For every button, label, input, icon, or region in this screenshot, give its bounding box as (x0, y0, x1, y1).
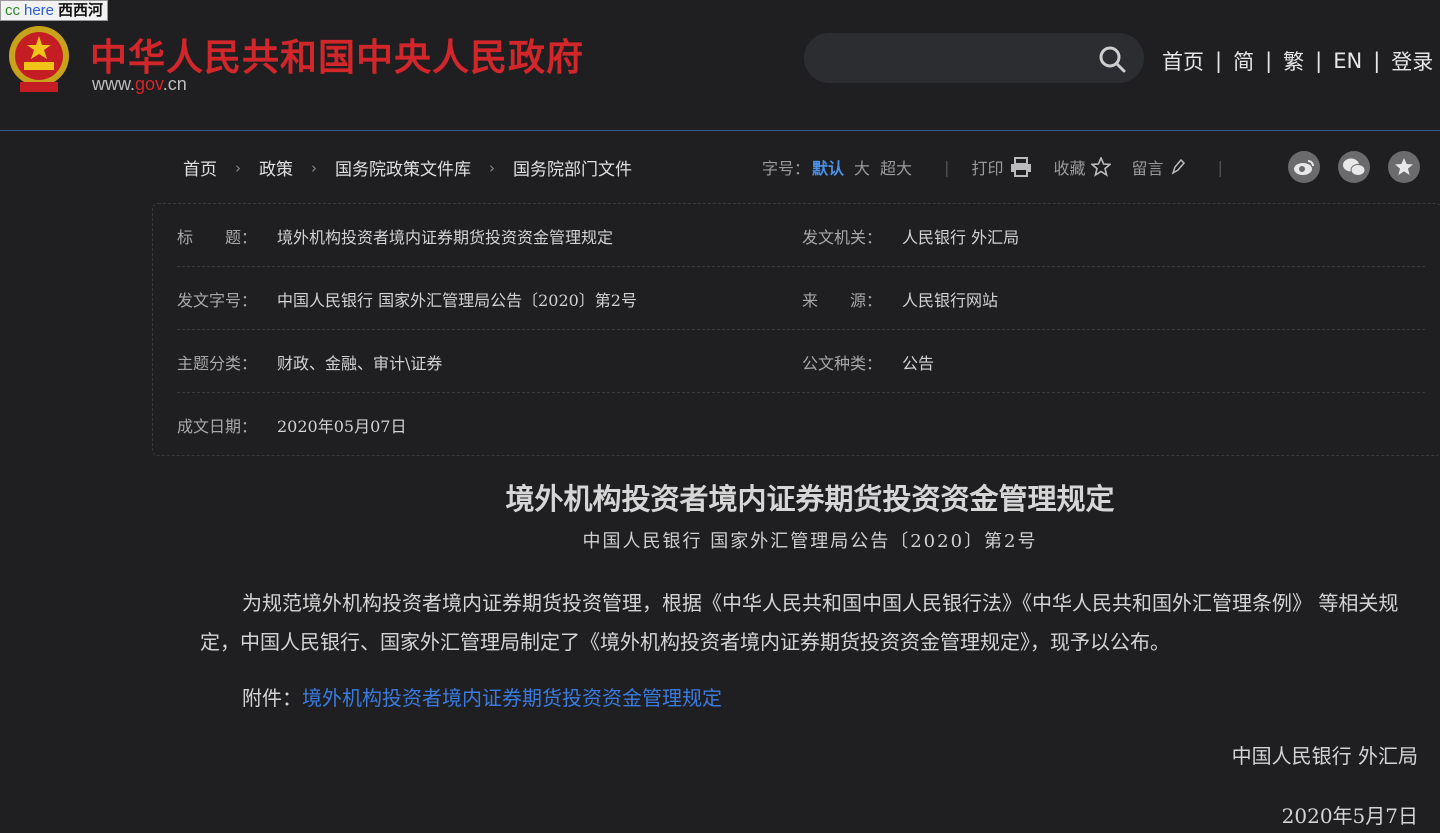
search-icon[interactable] (1098, 45, 1126, 73)
nav-divider: | (1215, 49, 1223, 73)
nav-simplified[interactable]: 简 (1233, 46, 1254, 76)
info-topic-value: 财政、金融、审计\证券 (277, 354, 443, 373)
breadcrumb: 首页 › 政策 › 国务院政策文件库 › 国务院部门文件 (183, 155, 632, 181)
site-url[interactable]: www.gov.cn (92, 74, 187, 95)
info-key: 成文日期： (177, 417, 258, 436)
info-cell: 主题分类： 财政、金融、审计\证券 (177, 350, 442, 374)
article-subtitle: 中国人民银行 国家外汇管理局公告〔2020〕第2号 (582, 531, 1038, 552)
url-suffix: .cn (162, 74, 187, 94)
article-tools: 字号： 默认 大 超大 | 打印 收藏 留言 | (762, 155, 1245, 179)
favorite-share-button[interactable] (1388, 151, 1420, 183)
info-row: 标 题： 境外机构投资者境内证券期货投资资金管理规定 发文机关： 人民银行 外汇… (177, 204, 1425, 267)
print-button[interactable]: 打印 (971, 155, 1033, 179)
font-size-label: 字号： (762, 159, 811, 178)
attachment-label: 附件： (242, 686, 302, 710)
star-icon (1091, 157, 1112, 177)
info-cell: 来 源： 人民银行网站 (802, 287, 998, 311)
breadcrumb-policy[interactable]: 政策 (259, 155, 293, 180)
site-title[interactable]: 中华人民共和国中央人民政府 (90, 27, 584, 81)
article-body: 为规范境外机构投资者境内证券期货投资管理，根据《中华人民共和国中国人民银行法》《… (200, 591, 1399, 654)
url-gov: gov (135, 74, 163, 94)
info-source-value: 人民银行网站 (902, 291, 999, 310)
nav-login[interactable]: 登录 (1391, 46, 1433, 76)
info-row: 成文日期： 2020年05月07日 (177, 393, 1425, 456)
chevron-right-icon: › (489, 158, 495, 177)
nav-divider: | (1315, 49, 1323, 73)
pencil-icon (1171, 158, 1185, 175)
site-header: 中华人民共和国中央人民政府 www.gov.cn 首页 | 简 | 繁 | EN… (0, 0, 1440, 131)
weibo-icon (1294, 160, 1314, 175)
nav-english[interactable]: EN (1333, 49, 1362, 73)
info-key: 发文字号： (177, 291, 258, 310)
breadcrumb-home[interactable]: 首页 (183, 155, 217, 180)
info-cell: 成文日期： 2020年05月07日 (177, 413, 406, 437)
tools-divider: | (944, 157, 950, 177)
info-type-value: 公告 (902, 354, 935, 373)
wechat-icon (1343, 158, 1366, 176)
font-size-large[interactable]: 大 (854, 155, 870, 179)
nav-home[interactable]: 首页 (1162, 46, 1204, 76)
info-cell: 发文机关： 人民银行 外汇局 (802, 224, 1019, 248)
info-key: 发文机关： (802, 228, 883, 247)
signature-date: 2020年5月7日 (1281, 804, 1418, 828)
info-date-value: 2020年05月07日 (277, 417, 407, 436)
printer-icon (1011, 157, 1032, 177)
document-info-table: 标 题： 境外机构投资者境内证券期货投资资金管理规定 发文机关： 人民银行 外汇… (152, 203, 1440, 456)
nav-traditional[interactable]: 繁 (1283, 46, 1304, 76)
comment-label: 留言 (1131, 159, 1164, 178)
breadcrumb-policy-library[interactable]: 国务院政策文件库 (335, 155, 471, 180)
article-title: 境外机构投资者境内证券期货投资资金管理规定 (505, 482, 1115, 516)
attachment-link[interactable]: 境外机构投资者境内证券期货投资资金管理规定 (302, 686, 722, 710)
breadcrumb-dept-docs[interactable]: 国务院部门文件 (513, 155, 632, 180)
national-emblem-icon[interactable] (6, 24, 72, 94)
info-docno-value: 中国人民银行 国家外汇管理局公告〔2020〕第2号 (277, 291, 637, 310)
nav-divider: | (1265, 49, 1273, 73)
font-size-xlarge[interactable]: 超大 (880, 155, 912, 179)
info-title-value: 境外机构投资者境内证券期货投资资金管理规定 (277, 228, 614, 247)
comment-button[interactable]: 留言 (1131, 155, 1185, 179)
info-key: 公文种类： (802, 354, 883, 373)
nav-divider: | (1373, 49, 1381, 73)
info-row: 发文字号： 中国人民银行 国家外汇管理局公告〔2020〕第2号 来 源： 人民银… (177, 267, 1425, 330)
favorite-button[interactable]: 收藏 (1053, 155, 1112, 179)
print-label: 打印 (971, 159, 1004, 178)
star-icon (1395, 158, 1413, 175)
chevron-right-icon: › (311, 158, 317, 177)
info-cell: 发文字号： 中国人民银行 国家外汇管理局公告〔2020〕第2号 (177, 287, 637, 311)
signature: 中国人民银行 外汇局 (1231, 744, 1418, 768)
info-key: 来 源： (802, 291, 883, 310)
info-cell: 公文种类： 公告 (802, 350, 934, 374)
attachment-line: 附件：境外机构投资者境内证券期货投资资金管理规定 (242, 682, 722, 711)
font-size-default[interactable]: 默认 (812, 155, 844, 179)
chevron-right-icon: › (235, 158, 241, 177)
top-nav: 首页 | 简 | 繁 | EN | 登录 (1162, 46, 1433, 76)
info-row: 主题分类： 财政、金融、审计\证券 公文种类： 公告 (177, 330, 1425, 393)
weibo-share-button[interactable] (1288, 151, 1320, 183)
info-key: 标 题： (177, 228, 258, 247)
info-key: 主题分类： (177, 354, 258, 373)
search-input[interactable] (824, 43, 1084, 73)
wechat-share-button[interactable] (1338, 151, 1370, 183)
tools-divider: | (1217, 157, 1223, 177)
info-issuer-value: 人民银行 外汇局 (902, 228, 1020, 247)
favorite-label: 收藏 (1053, 159, 1086, 178)
search-box[interactable] (804, 33, 1144, 83)
info-cell: 标 题： 境外机构投资者境内证券期货投资资金管理规定 (177, 224, 613, 248)
url-prefix: www. (92, 74, 136, 94)
